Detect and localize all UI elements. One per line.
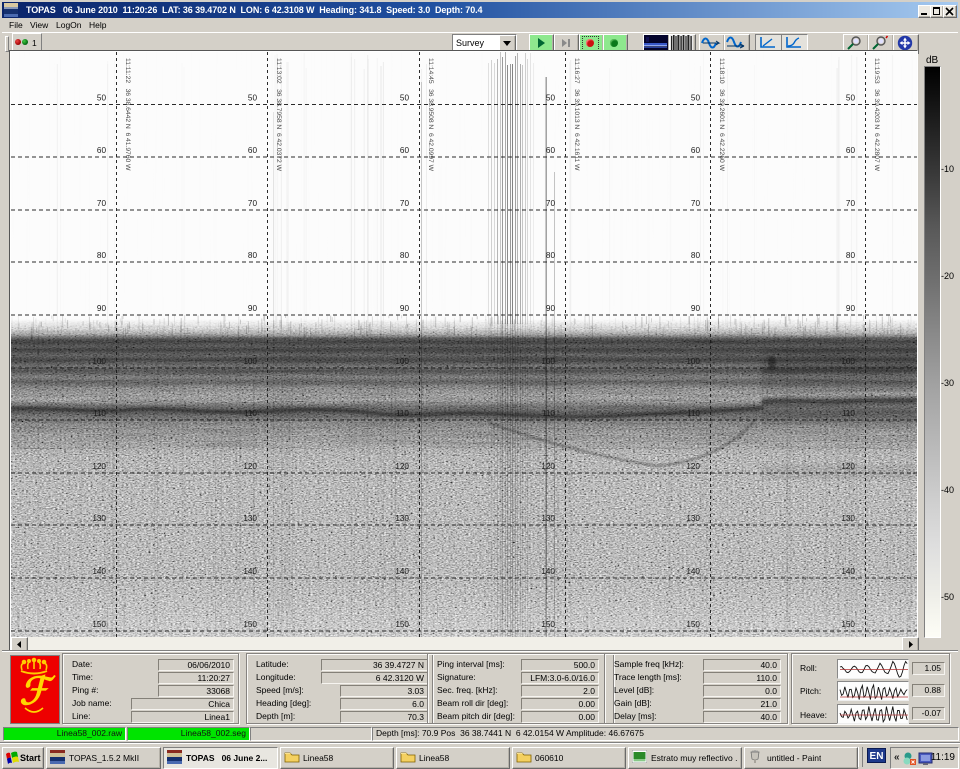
svg-text:150: 150 <box>686 620 700 629</box>
svg-text:90: 90 <box>400 304 410 313</box>
svg-text:140: 140 <box>841 567 855 576</box>
svg-text:11:16:27 36 39.1013 N 6 42.: 11:16:27 36 39.1013 N 6 42.1611 W <box>573 58 580 171</box>
svg-text:100: 100 <box>92 357 106 366</box>
svg-text:70: 70 <box>846 199 856 208</box>
svg-text:150: 150 <box>92 620 106 629</box>
svg-text:130: 130 <box>841 514 855 523</box>
svg-text:80: 80 <box>248 251 258 260</box>
svg-text:11:13:02 36 38.7958 N 6 42.: 11:13:02 36 38.7958 N 6 42.0372 W <box>275 58 282 172</box>
svg-text:140: 140 <box>243 567 257 576</box>
svg-text:100: 100 <box>541 357 555 366</box>
svg-text:150: 150 <box>841 620 855 629</box>
svg-text:80: 80 <box>97 251 107 260</box>
svg-text:60: 60 <box>846 146 856 155</box>
svg-text:50: 50 <box>691 94 701 103</box>
svg-text:11:18:10 36 39.2601 N 6 42.: 11:18:10 36 39.2601 N 6 42.2260 W <box>718 58 725 172</box>
svg-text:110: 110 <box>244 409 257 418</box>
svg-text:110: 110 <box>687 409 700 418</box>
svg-text:70: 70 <box>546 199 556 208</box>
svg-text:120: 120 <box>841 462 855 471</box>
svg-text:50: 50 <box>400 94 410 103</box>
svg-text:120: 120 <box>395 462 409 471</box>
svg-text:110: 110 <box>396 409 409 418</box>
svg-text:140: 140 <box>92 567 106 576</box>
svg-text:100: 100 <box>841 357 855 366</box>
svg-text:120: 120 <box>686 462 700 471</box>
svg-text:11:11:22 36 38.6442 N 6 41.: 11:11:22 36 38.6442 N 6 41.9760 W <box>124 58 131 171</box>
svg-text:11:14:45 36 38.9508 N 6 42.: 11:14:45 36 38.9508 N 6 42.0997 W <box>427 58 434 172</box>
svg-text:90: 90 <box>846 304 856 313</box>
svg-text:130: 130 <box>395 514 409 523</box>
svg-text:110: 110 <box>93 409 106 418</box>
svg-text:120: 120 <box>92 462 106 471</box>
svg-text:140: 140 <box>686 567 700 576</box>
svg-text:50: 50 <box>546 94 556 103</box>
svg-text:140: 140 <box>395 567 409 576</box>
svg-text:70: 70 <box>400 199 410 208</box>
svg-text:110: 110 <box>542 409 555 418</box>
svg-text:130: 130 <box>541 514 555 523</box>
svg-text:60: 60 <box>691 146 701 155</box>
svg-text:90: 90 <box>97 304 107 313</box>
svg-text:90: 90 <box>691 304 701 313</box>
svg-text:90: 90 <box>248 304 258 313</box>
svg-text:80: 80 <box>400 251 410 260</box>
svg-text:60: 60 <box>97 146 107 155</box>
svg-text:100: 100 <box>686 357 700 366</box>
svg-text:60: 60 <box>248 146 258 155</box>
svg-text:150: 150 <box>243 620 257 629</box>
svg-text:100: 100 <box>243 357 257 366</box>
svg-text:130: 130 <box>686 514 700 523</box>
svg-text:150: 150 <box>395 620 409 629</box>
svg-text:120: 120 <box>541 462 555 471</box>
svg-text:80: 80 <box>546 251 556 260</box>
svg-text:110: 110 <box>842 409 855 418</box>
svg-text:70: 70 <box>691 199 701 208</box>
svg-text:60: 60 <box>400 146 410 155</box>
svg-text:11:19:53 36 39.4203 N 6 42.: 11:19:53 36 39.4203 N 6 42.2807 W <box>873 58 880 172</box>
svg-text:80: 80 <box>846 251 856 260</box>
svg-text:150: 150 <box>541 620 555 629</box>
svg-text:130: 130 <box>92 514 106 523</box>
svg-text:90: 90 <box>546 304 556 313</box>
svg-text:70: 70 <box>248 199 258 208</box>
svg-text:50: 50 <box>846 94 856 103</box>
svg-text:60: 60 <box>546 146 556 155</box>
svg-text:140: 140 <box>541 567 555 576</box>
svg-text:70: 70 <box>97 199 107 208</box>
svg-text:100: 100 <box>395 357 409 366</box>
svg-text:80: 80 <box>691 251 701 260</box>
svg-text:50: 50 <box>248 94 258 103</box>
svg-text:130: 130 <box>243 514 257 523</box>
svg-text:ℱ: ℱ <box>19 671 56 713</box>
svg-text:120: 120 <box>243 462 257 471</box>
svg-text:50: 50 <box>97 94 107 103</box>
